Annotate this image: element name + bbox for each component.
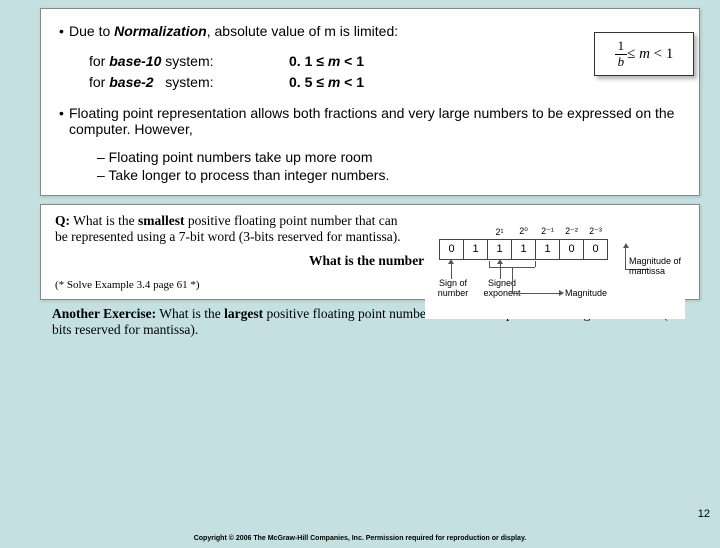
base2-line: for base-2 system: <box>89 73 289 93</box>
bit-cell: 0 <box>560 239 584 259</box>
t: 0. 5 ≤ <box>289 74 328 90</box>
exp-label: 2¹ <box>488 225 512 239</box>
t: for <box>89 74 109 90</box>
question-text: Q: What is the smallest positive floatin… <box>55 213 405 245</box>
label-magnitude: Magnitude <box>565 289 623 299</box>
t: < 1 <box>340 74 364 90</box>
range-line-1: 0. 1 ≤ m < 1 <box>289 52 469 72</box>
t: system: <box>161 53 213 69</box>
exp-label: 2⁻³ <box>584 225 608 239</box>
bit-cell: 1 <box>512 239 536 259</box>
formula-right: ≤ m < 1 <box>627 46 673 63</box>
formula-bounds: 1 b ≤ m < 1 <box>594 32 694 76</box>
t: 0. 1 ≤ <box>289 53 328 69</box>
fraction: 1 b <box>615 39 628 69</box>
bit-cell: 0 <box>440 239 464 259</box>
question-box: Q: What is the smallest positive floatin… <box>40 204 700 300</box>
q-label: Q: <box>55 213 70 228</box>
numerator: 1 <box>615 39 628 54</box>
bullet-normalization: • Due to Normalization, absolute value o… <box>59 23 681 39</box>
bullet-text: Floating point representation allows bot… <box>69 105 681 137</box>
page-number: 12 <box>698 508 710 520</box>
largest-word: largest <box>224 306 263 321</box>
exp-label: 2⁻² <box>560 225 584 239</box>
label-signed-exponent: Signed exponent <box>477 279 527 299</box>
t: < 1 <box>340 53 364 69</box>
text-frag: , absolute value of m is limited: <box>207 23 398 39</box>
exercise-label: Another Exercise: <box>52 306 156 321</box>
systems-block: for base-10 system: for base-2 system: 0… <box>89 51 681 93</box>
range-line-2: 0. 5 ≤ m < 1 <box>289 73 469 93</box>
denominator: b <box>615 55 628 69</box>
bullet-dot: • <box>59 105 69 121</box>
bit-cell: 1 <box>536 239 560 259</box>
exponent-row: 2¹ 2⁰ 2⁻¹ 2⁻² 2⁻³ <box>440 225 608 239</box>
copyright-line: Copyright © 2006 The McGraw-Hill Compani… <box>0 535 720 542</box>
dash-item: – Floating point numbers take up more ro… <box>97 149 681 165</box>
smallest-word: smallest <box>138 213 185 228</box>
t: m <box>328 74 340 90</box>
t: What is the <box>156 306 224 321</box>
bit-row: 0 1 1 1 1 0 0 <box>440 239 608 259</box>
bit-cell: 1 <box>488 239 512 259</box>
base10-line: for base-10 system: <box>89 52 289 72</box>
dash-list: – Floating point numbers take up more ro… <box>97 149 681 183</box>
t: base-2 <box>109 74 153 90</box>
label-magnitude-mantissa: Magnitude of mantissa <box>629 257 687 277</box>
t: for <box>89 53 109 69</box>
bit-diagram: 2¹ 2⁰ 2⁻¹ 2⁻² 2⁻³ 0 1 1 1 1 0 0 Sign of … <box>425 209 685 319</box>
normalization-word: Normalization <box>114 23 207 39</box>
label-sign-number: Sign of number <box>431 279 475 299</box>
exp-label: 2⁻¹ <box>536 225 560 239</box>
systems-right: 0. 1 ≤ m < 1 0. 5 ≤ m < 1 <box>289 51 469 93</box>
bit-cell: 1 <box>464 239 488 259</box>
bit-cell: 0 <box>584 239 608 259</box>
t: system: <box>154 74 214 90</box>
t: base-10 <box>109 53 161 69</box>
bullet-text: Due to Normalization, absolute value of … <box>69 23 681 39</box>
exp-label: 2⁰ <box>512 225 536 239</box>
bullet-dot: • <box>59 23 69 39</box>
t: What is the <box>70 213 138 228</box>
bit-table: 2¹ 2⁰ 2⁻¹ 2⁻² 2⁻³ 0 1 1 1 1 0 0 <box>439 225 608 260</box>
systems-left: for base-10 system: for base-2 system: <box>89 51 289 93</box>
t: m <box>328 53 340 69</box>
text-frag: Due to <box>69 23 114 39</box>
bullet-floating-point: • Floating point representation allows b… <box>59 105 681 137</box>
dash-item: – Take longer to process than integer nu… <box>97 167 681 183</box>
